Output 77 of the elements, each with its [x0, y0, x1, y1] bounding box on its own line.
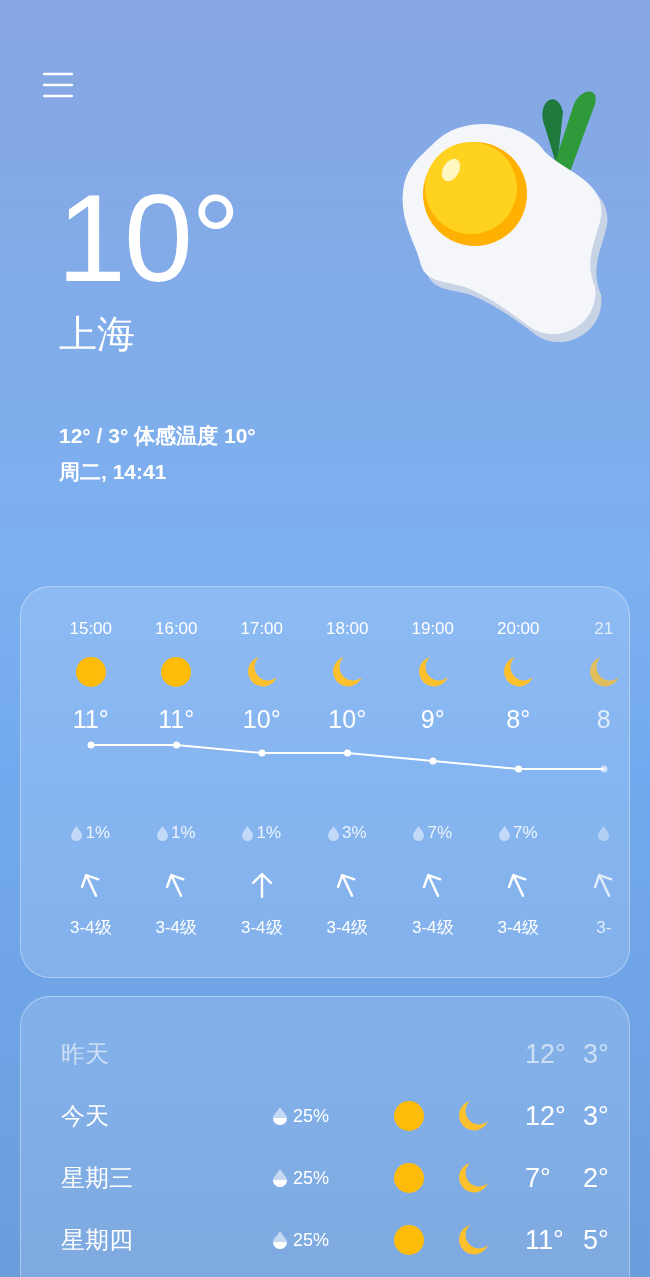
hour-temperature: 11°: [158, 704, 195, 735]
moon-icon: [457, 1162, 489, 1194]
high-temperature: 7°: [525, 1162, 552, 1194]
moon-icon: [457, 1224, 489, 1256]
hour-time: 17:00: [240, 618, 283, 640]
low-temperature: 2°: [583, 1162, 609, 1194]
temperature-point: [515, 765, 522, 773]
raindrop-icon: [413, 825, 425, 841]
hour-temperature: 8: [596, 704, 611, 735]
low-temperature: 3°: [583, 1038, 609, 1070]
date-time: 周二, 14:41: [59, 459, 168, 485]
wind-level: 3-: [596, 917, 612, 939]
raindrop-icon: [71, 825, 83, 841]
hour-temperature: 10°: [242, 704, 281, 735]
wind-level: 3-4级: [69, 917, 112, 939]
moon-icon: [331, 656, 364, 688]
hour-temperature: 8°: [506, 704, 531, 735]
current-temperature: 10°: [57, 176, 239, 300]
high-temperature: 12°: [525, 1100, 567, 1132]
precipitation-chance: 25%: [293, 1229, 330, 1251]
temperature-point: [344, 749, 351, 757]
wind-level: 3-4级: [411, 917, 454, 939]
moon-icon: [587, 656, 620, 688]
precipitation-chance: 25%: [293, 1105, 330, 1127]
hour-time: 18:00: [325, 618, 369, 640]
hour-time: 16:00: [154, 618, 198, 640]
wind-level: 3-4级: [155, 917, 198, 939]
high-temperature: 12°: [525, 1038, 567, 1070]
moon-icon: [416, 656, 449, 688]
wind-level: 3-4级: [497, 917, 540, 939]
sun-icon: [393, 1100, 425, 1132]
raindrop-icon: [327, 825, 339, 841]
day-name: 昨天: [61, 1039, 110, 1069]
temperature-point: [173, 741, 180, 749]
temperature-range: 12° / 3° 体感温度 10°: [59, 423, 257, 449]
hour-time: 19:00: [411, 618, 454, 640]
menu-icon[interactable]: [43, 72, 73, 98]
precipitation-chance: 1%: [170, 822, 196, 844]
raindrop-icon: [598, 825, 610, 841]
raindrop-icon: [498, 825, 510, 841]
raindrop-icon: [242, 825, 254, 841]
low-temperature: 5°: [583, 1224, 609, 1256]
high-temperature: 11°: [525, 1224, 565, 1256]
precipitation-chance: 7%: [427, 822, 453, 844]
precipitation-chance: 1%: [256, 822, 282, 844]
sun-icon: [393, 1162, 425, 1194]
temperature-point: [600, 765, 608, 773]
sun-icon: [160, 656, 193, 688]
hour-time: 15:00: [69, 618, 112, 640]
raindrop-icon: [273, 1169, 287, 1187]
precipitation-chance: 7%: [512, 822, 538, 844]
wind-level: 3-4级: [240, 917, 283, 939]
precipitation-chance: 1%: [85, 822, 111, 844]
hour-temperature: 9°: [420, 704, 445, 735]
city-name: 上海: [59, 312, 136, 356]
temperature-point: [258, 749, 266, 757]
raindrop-icon: [273, 1107, 287, 1125]
sun-icon: [74, 656, 107, 688]
temperature-point: [87, 741, 95, 749]
hour-time: 20:00: [496, 618, 540, 640]
day-name: 星期三: [61, 1163, 134, 1193]
low-temperature: 3°: [583, 1100, 609, 1132]
moon-icon: [502, 656, 535, 688]
wind-level: 3-4级: [326, 917, 369, 939]
sun-icon: [393, 1224, 425, 1256]
hour-temperature: 11°: [72, 704, 109, 735]
raindrop-icon: [273, 1231, 287, 1249]
raindrop-icon: [156, 825, 168, 841]
hour-temperature: 10°: [328, 704, 367, 735]
moon-icon: [457, 1100, 489, 1132]
precipitation-chance: 25%: [293, 1167, 330, 1189]
day-name: 星期四: [61, 1225, 134, 1255]
precipitation-chance: 3%: [341, 822, 367, 844]
hour-time: 21: [594, 618, 614, 640]
day-name: 今天: [61, 1101, 110, 1131]
moon-icon: [245, 656, 278, 688]
temperature-point: [429, 757, 437, 765]
